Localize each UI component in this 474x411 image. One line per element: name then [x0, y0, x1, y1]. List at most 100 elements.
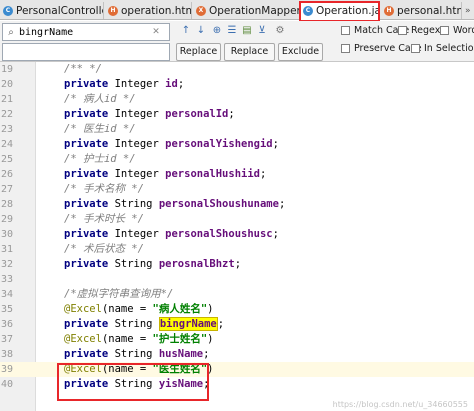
find-all-icon[interactable]: ▤	[241, 25, 253, 37]
code-text: private String personalShoushuname;	[64, 198, 286, 210]
code-text: @Excel(name = "护士姓名")	[64, 333, 214, 345]
code-line[interactable]: 20 private Integer id;	[0, 77, 474, 92]
code-text: /* 手术时长 */	[64, 213, 144, 225]
line-number: 40	[0, 379, 13, 390]
line-number: 35	[0, 304, 13, 315]
clear-search-icon[interactable]: ✕	[149, 27, 163, 37]
line-number: 34	[0, 289, 13, 300]
arrow-down-icon[interactable]: ↓	[195, 25, 207, 37]
tab-personal-html[interactable]: H personal.html ✕	[381, 2, 462, 19]
line-number: 26	[0, 169, 13, 180]
tab-label: operation.html	[121, 4, 192, 17]
tab-personal-controller[interactable]: C PersonalController.java ✕	[0, 2, 104, 19]
code-line[interactable]: 29 /* 手术时长 */	[0, 212, 474, 227]
code-editor[interactable]: 19 /** */ 20 private Integer id; 21 /* 病人id *…	[0, 62, 474, 411]
code-line[interactable]: 30 private Integer personalShoushusc;	[0, 227, 474, 242]
html-file-icon: H	[384, 5, 394, 16]
code-text: /* 手术名称 */	[64, 183, 144, 195]
tab-label: personal.html	[397, 4, 461, 17]
watermark: https://blog.csdn.net/u_34660555	[332, 400, 468, 409]
line-number: 39	[0, 364, 13, 375]
annotation-highlight-box	[57, 363, 209, 401]
line-number: 30	[0, 229, 13, 240]
code-line[interactable]: 35 @Excel(name = "病人姓名")	[0, 302, 474, 317]
preserve-case-checkbox[interactable]: Preserve Case	[341, 43, 422, 54]
replace-button[interactable]: Replace	[176, 43, 221, 61]
code-text: private Integer id;	[64, 78, 185, 90]
code-text: @Excel(name = "病人姓名")	[64, 303, 214, 315]
line-number: 37	[0, 334, 13, 345]
line-number: 29	[0, 214, 13, 225]
tab-label: OperationMapper.xml	[209, 4, 300, 17]
line-number: 27	[0, 184, 13, 195]
tab-overflow[interactable]: »	[462, 2, 474, 19]
tab-operation-html[interactable]: H operation.html ✕	[105, 2, 192, 19]
code-line[interactable]: 31 /* 术后状态 */	[0, 242, 474, 257]
code-line[interactable]: 23 /* 医生id */	[0, 122, 474, 137]
exclude-button[interactable]: Exclude	[278, 43, 323, 61]
code-text: private Integer personalYishengid;	[64, 138, 279, 150]
code-text: private String perosnalBhzt;	[64, 258, 242, 270]
code-line[interactable]: 38 private String husName;	[0, 347, 474, 362]
code-line[interactable]: 32 private String perosnalBhzt;	[0, 257, 474, 272]
replace-all-button[interactable]: Replace all	[224, 43, 275, 73]
arrow-up-icon[interactable]: ↑	[180, 25, 192, 37]
line-number: 38	[0, 349, 13, 360]
code-line[interactable]: 21 /* 病人id */	[0, 92, 474, 107]
code-text: private String bingrName;	[64, 317, 225, 331]
line-number: 23	[0, 124, 13, 135]
code-text: /*虚拟字符串查询用*/	[64, 288, 174, 300]
line-number: 32	[0, 259, 13, 270]
line-number: 36	[0, 319, 13, 330]
java-class-icon: C	[3, 5, 13, 16]
code-line[interactable]: 27 /* 手术名称 */	[0, 182, 474, 197]
filter-icon[interactable]: ⊻	[256, 25, 268, 37]
words-checkbox[interactable]: Words	[440, 25, 474, 36]
chevron-right-icon: »	[465, 5, 471, 16]
regex-checkbox[interactable]: Regex	[398, 25, 440, 36]
code-line[interactable]: 26 private Integer personalHushiid;	[0, 167, 474, 182]
add-selection-icon[interactable]: ⊕	[211, 25, 223, 37]
code-text: private Integer personalHushiid;	[64, 168, 267, 180]
code-text: /* 病人id */	[64, 93, 136, 105]
search-icon: ⌕	[8, 26, 14, 38]
line-number: 19	[0, 64, 13, 75]
xml-file-icon: X	[196, 5, 206, 16]
code-text: /* 医生id */	[64, 123, 136, 135]
in-selection-checkbox[interactable]: In Selection	[411, 43, 474, 54]
line-number: 24	[0, 139, 13, 150]
code-text: private Integer personalShoushusc;	[64, 228, 279, 240]
code-text: /* 护士id */	[64, 153, 136, 165]
line-number: 20	[0, 79, 13, 90]
code-line[interactable]: 28 private String personalShoushuname;	[0, 197, 474, 212]
search-field[interactable]: ⌕ ✕	[2, 23, 170, 41]
line-number: 21	[0, 94, 13, 105]
line-number: 31	[0, 244, 13, 255]
tab-label: PersonalController.java	[16, 4, 103, 17]
code-line[interactable]: 25 /* 护士id */	[0, 152, 474, 167]
code-text: private Integer personalId;	[64, 108, 235, 120]
tab-operation-mapper[interactable]: X OperationMapper.xml ✕	[193, 2, 300, 19]
code-line[interactable]: 19 /** */	[0, 62, 474, 77]
settings-icon[interactable]: ⚙	[274, 25, 286, 37]
line-number: 28	[0, 199, 13, 210]
search-input[interactable]	[19, 26, 149, 38]
code-line[interactable]: 36 private String bingrName;	[0, 317, 474, 332]
code-line[interactable]: 24 private Integer personalYishengid;	[0, 137, 474, 152]
select-all-icon[interactable]: ☰	[226, 25, 238, 37]
code-line[interactable]: 37 @Excel(name = "护士姓名")	[0, 332, 474, 347]
replace-input[interactable]	[2, 43, 170, 61]
find-replace-bar: ⌕ ✕ ↑ ↓ ⊕ ☰ ▤ ⊻ ⚙ Replace Replace all Ex…	[0, 21, 474, 73]
code-text: /** */	[64, 63, 102, 75]
line-number: 25	[0, 154, 13, 165]
line-number: 22	[0, 109, 13, 120]
code-line[interactable]: 34 /*虚拟字符串查询用*/	[0, 287, 474, 302]
line-number: 33	[0, 274, 13, 285]
html-file-icon: H	[108, 5, 118, 16]
code-text: /* 术后状态 */	[64, 243, 144, 255]
code-text: private String husName;	[64, 348, 210, 360]
code-line[interactable]: 33	[0, 272, 474, 287]
annotation-highlight-box	[299, 1, 380, 22]
code-line[interactable]: 22 private Integer personalId;	[0, 107, 474, 122]
editor-tab-bar: C PersonalController.java ✕ H operation.…	[0, 0, 474, 20]
